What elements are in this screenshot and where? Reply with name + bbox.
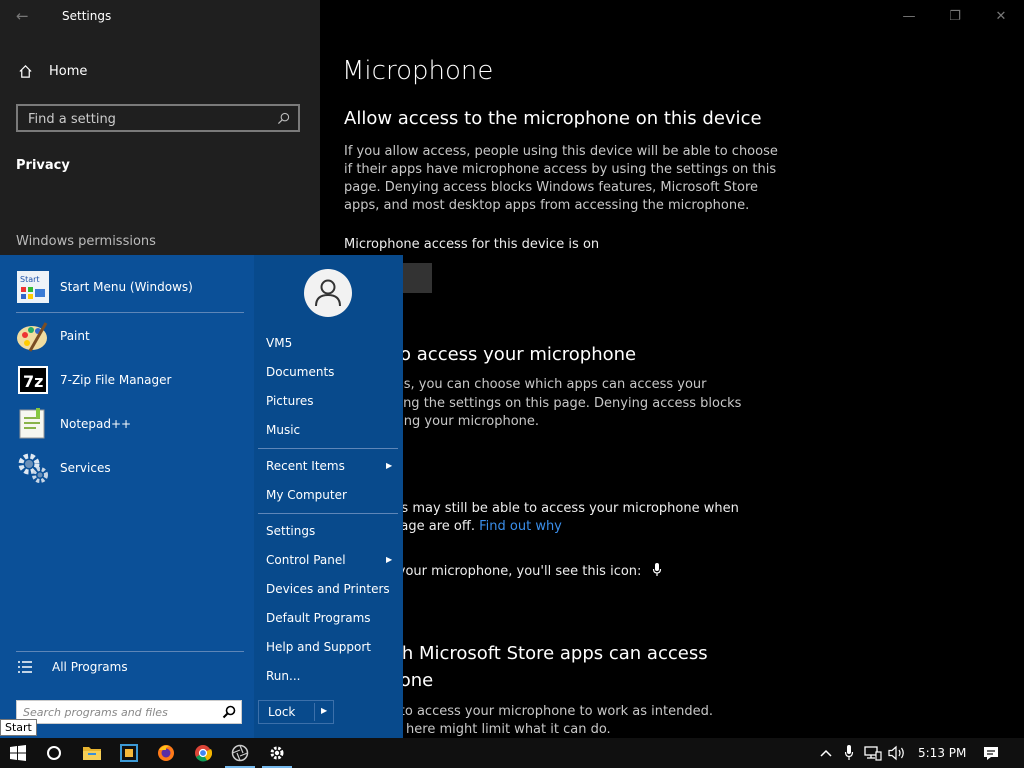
home-icon: [19, 65, 32, 78]
lock-button[interactable]: Lock ▶: [258, 700, 334, 724]
right-item-control-panel[interactable]: Control Panel ▶: [266, 553, 392, 567]
paint-icon: [16, 319, 50, 353]
network-icon: [864, 746, 882, 761]
right-item-settings[interactable]: Settings: [266, 524, 315, 538]
chevron-right-icon: ▶: [386, 461, 393, 470]
pinned-label: 7-Zip File Manager: [60, 373, 172, 387]
right-item-documents[interactable]: Documents: [266, 365, 334, 379]
list-icon: [18, 661, 32, 673]
pinned-label: Paint: [60, 329, 90, 343]
tray-network[interactable]: [862, 738, 884, 768]
right-item-pictures[interactable]: Pictures: [266, 394, 314, 408]
find-setting-placeholder: Find a setting: [28, 112, 116, 127]
app-title: Settings: [62, 9, 112, 23]
chevron-right-icon: ▶: [386, 555, 393, 564]
section1-heading: Allow access to the microphone on this d…: [344, 108, 762, 129]
taskbar-settings[interactable]: [259, 738, 295, 768]
lock-label: Lock: [268, 705, 296, 719]
pinned-label: Start Menu (Windows): [60, 280, 193, 294]
firefox-icon: [158, 745, 174, 761]
right-item-default-programs[interactable]: Default Programs: [266, 611, 371, 625]
nav-section-privacy: Privacy: [16, 158, 70, 173]
pinned-paint[interactable]: Paint: [16, 319, 90, 353]
separator: [16, 651, 244, 652]
find-out-why-link[interactable]: Find out why: [479, 519, 562, 534]
pinned-label: Services: [60, 461, 111, 475]
app-window-icon: [120, 744, 138, 762]
tray-volume[interactable]: [886, 738, 908, 768]
right-item-run[interactable]: Run...: [266, 669, 300, 683]
action-center-button[interactable]: [978, 738, 1004, 768]
right-item-my-computer[interactable]: My Computer: [266, 488, 347, 502]
chrome-icon: [195, 745, 212, 762]
taskbar-app[interactable]: [111, 738, 147, 768]
start-search-input[interactable]: Search programs and files: [16, 700, 242, 724]
right-item-recent-items[interactable]: Recent Items ▶: [266, 459, 392, 473]
notepadpp-icon: [16, 407, 50, 441]
separator: [258, 448, 398, 449]
section1-body: If you allow access, people using this d…: [344, 144, 778, 213]
start-menu: Start Start Menu (Windows) Paint 7z 7-Zi…: [0, 255, 403, 738]
pinned-label: Notepad++: [60, 417, 132, 431]
recent-items-label: Recent Items: [266, 459, 345, 473]
pinned-notepadpp[interactable]: Notepad++: [16, 407, 131, 441]
nav-home-label: Home: [49, 64, 88, 79]
taskbar-clock[interactable]: 5:13 PM: [918, 746, 966, 760]
right-item-music[interactable]: Music: [266, 423, 300, 437]
cortana-button[interactable]: [36, 738, 72, 768]
search-icon[interactable]: [222, 705, 236, 719]
show-hidden-icons-button[interactable]: [816, 738, 836, 768]
notification-icon: [984, 746, 998, 760]
start-button[interactable]: [0, 738, 36, 768]
7zip-icon: 7z: [16, 363, 50, 397]
nav-home[interactable]: Home: [18, 64, 87, 79]
windows-logo-icon: [10, 745, 26, 761]
control-panel-label: Control Panel: [266, 553, 346, 567]
taskbar-chrome[interactable]: [185, 738, 221, 768]
svg-text:Start: Start: [20, 275, 40, 284]
chevron-right-icon[interactable]: ▶: [321, 706, 327, 715]
back-arrow-icon[interactable]: ←: [16, 8, 32, 24]
lock-divider: [314, 703, 315, 721]
pinned-start-menu-windows[interactable]: Start Start Menu (Windows): [16, 270, 193, 304]
settings-content: Microphone Allow access to the microphon…: [342, 0, 1024, 740]
separator: [258, 513, 398, 514]
right-item-user[interactable]: VM5: [266, 336, 292, 350]
folder-icon: [83, 747, 101, 760]
aperture-icon: [231, 744, 249, 762]
search-icon: [277, 112, 290, 125]
gear-icon: [270, 746, 284, 760]
status-text: Microphone access for this device is on: [344, 237, 600, 252]
user-icon: [315, 279, 341, 307]
start-tooltip: Start: [0, 719, 37, 736]
chevron-up-icon: [820, 749, 832, 757]
nav-group-windows-permissions: Windows permissions: [16, 234, 156, 249]
page-title: Microphone: [342, 56, 494, 86]
tray-microphone[interactable]: [840, 738, 858, 768]
all-programs-label: All Programs: [52, 660, 128, 674]
taskbar-firefox[interactable]: [148, 738, 184, 768]
find-setting-input[interactable]: Find a setting: [16, 104, 300, 132]
services-icon: [16, 451, 50, 485]
taskbar: 5:13 PM: [0, 738, 1024, 768]
start-menu-app-icon: Start: [16, 270, 50, 304]
start-search-placeholder: Search programs and files: [23, 706, 168, 719]
pinned-7zip[interactable]: 7z 7-Zip File Manager: [16, 363, 171, 397]
start-menu-left-pane: Start Start Menu (Windows) Paint 7z 7-Zi…: [0, 255, 254, 738]
user-avatar[interactable]: [304, 269, 352, 317]
taskbar-app-active[interactable]: [222, 738, 258, 768]
cortana-icon: [47, 746, 61, 760]
right-item-help-support[interactable]: Help and Support: [266, 640, 371, 654]
svg-text:7z: 7z: [23, 372, 43, 391]
note-line-1: ktop apps may still be able to access yo…: [344, 501, 739, 516]
taskbar-file-explorer[interactable]: [74, 738, 110, 768]
separator: [16, 312, 244, 313]
all-programs-button[interactable]: All Programs: [18, 660, 128, 674]
right-item-devices-printers[interactable]: Devices and Printers: [266, 582, 390, 596]
microphone-icon: [652, 563, 661, 576]
pinned-services[interactable]: Services: [16, 451, 111, 485]
microphone-icon: [844, 745, 854, 760]
volume-icon: [888, 745, 904, 761]
section2-body-2: ne by using the settings on this page. D…: [344, 396, 742, 411]
